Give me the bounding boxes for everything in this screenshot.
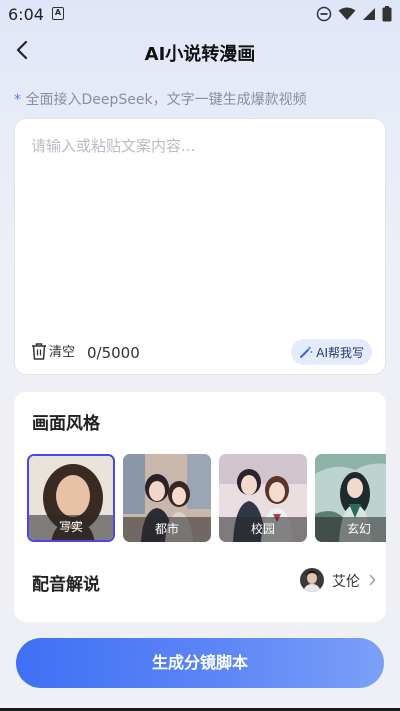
style-option-campus[interactable]: 校园 — [219, 454, 307, 542]
battery-icon — [382, 6, 392, 22]
ai-write-label: AI帮我写 — [316, 345, 364, 360]
style-label: 写实 — [29, 515, 113, 540]
style-label: 玄幻 — [315, 517, 386, 542]
do-not-disturb-icon — [316, 6, 332, 22]
notification-icon: A — [52, 7, 64, 20]
status-icons — [316, 5, 392, 23]
page-title: AI小说转漫画 — [144, 44, 256, 65]
tip-message: 全面接入DeepSeek，文字一键生成爆款视频 — [21, 92, 307, 108]
voice-name: 艾伦 — [332, 574, 360, 590]
voice-section-title: 配音解说 — [32, 575, 100, 595]
voice-avatar — [300, 568, 324, 592]
clear-button[interactable]: 清空 — [31, 341, 75, 360]
style-label: 校园 — [219, 517, 307, 542]
status-time: 6:04 — [8, 5, 44, 24]
wifi-icon — [338, 7, 356, 20]
header: AI小说转漫画 — [0, 30, 400, 70]
chevron-right-icon — [369, 574, 376, 586]
tip-star: * — [14, 92, 21, 108]
avatar-image — [300, 568, 324, 592]
generate-storyboard-button[interactable]: 生成分镜脚本 — [16, 638, 384, 688]
char-count: 0/5000 — [87, 344, 140, 362]
trash-icon — [32, 342, 46, 360]
style-list: 写实 都市 校园 玄幻 — [27, 454, 386, 542]
clear-label: 清空 — [49, 345, 76, 360]
voice-selector[interactable]: 配音解说 艾伦 — [14, 560, 386, 600]
style-option-urban[interactable]: 都市 — [123, 454, 211, 542]
style-section-title: 画面风格 — [32, 414, 100, 434]
magic-wand-icon — [300, 346, 313, 358]
tip-text: * 全面接入DeepSeek，文字一键生成爆款视频 — [14, 89, 307, 109]
style-option-realistic[interactable]: 写实 — [27, 454, 115, 542]
status-bar: 6:04 A — [0, 0, 400, 28]
signal-icon — [363, 8, 375, 20]
script-input-card: 请输入或粘贴文案内容... 清空 0/5000 AI帮我写 — [14, 118, 386, 375]
style-label: 都市 — [123, 517, 211, 542]
script-textarea[interactable]: 请输入或粘贴文案内容... — [31, 135, 371, 335]
ai-write-button[interactable]: AI帮我写 — [291, 339, 372, 365]
style-card: 画面风格 写实 都市 校园 玄幻 配音解说 艾伦 — [14, 392, 386, 622]
style-option-fantasy[interactable]: 玄幻 — [315, 454, 386, 542]
